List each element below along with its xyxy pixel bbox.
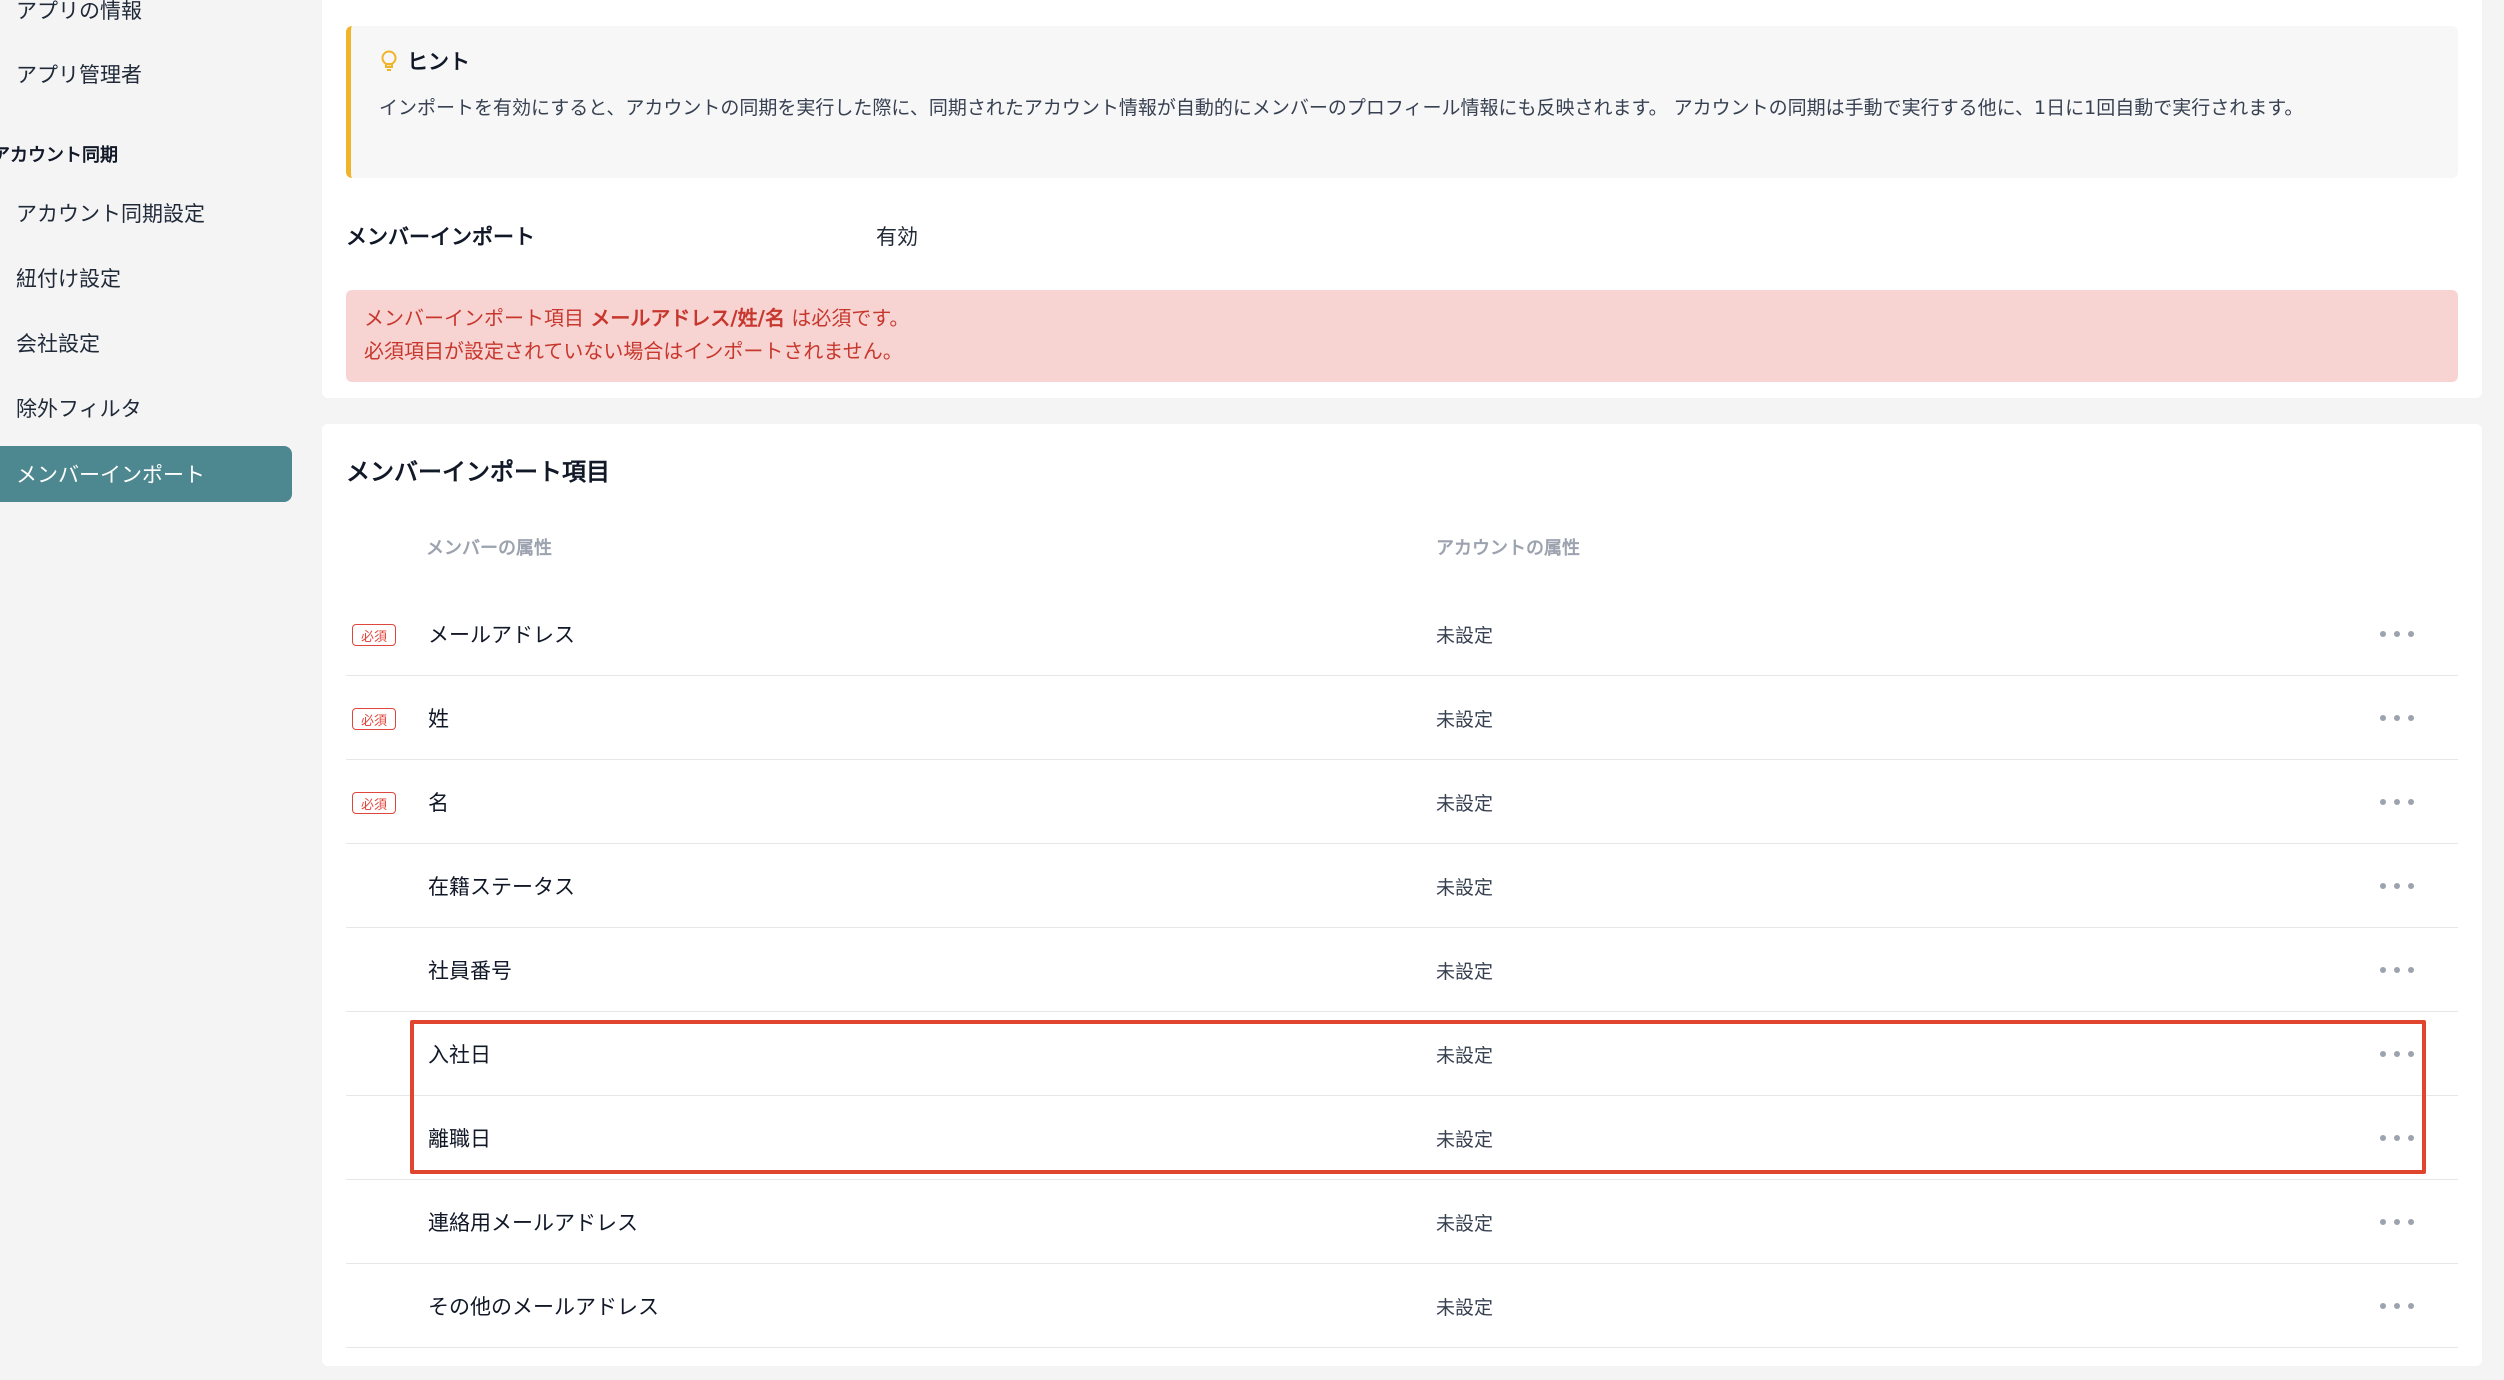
account-attribute: 未設定 — [1436, 1212, 1494, 1235]
required-badge: 必須 — [352, 708, 396, 730]
sidebar-item-account-sync-settings[interactable]: アカウント同期設定 — [0, 185, 292, 241]
sidebar-item-label: 紐付け設定 — [16, 267, 121, 291]
sidebar-item-label: 除外フィルタ — [16, 397, 142, 421]
more-options-icon[interactable] — [2380, 1042, 2414, 1066]
sidebar: アプリの情報 アプリ管理者 アカウント同期 アカウント同期設定 紐付け設定 会社… — [0, 0, 300, 1380]
account-attribute: 未設定 — [1436, 960, 1494, 983]
table-row: 必須 名 未設定 — [346, 760, 2458, 844]
sidebar-item-app-admins[interactable]: アプリ管理者 — [0, 46, 292, 102]
more-options-icon[interactable] — [2380, 958, 2414, 982]
table-row: その他のメールアドレス 未設定 — [346, 1264, 2458, 1348]
table-row: 必須 姓 未設定 — [346, 676, 2458, 760]
member-attribute: メールアドレス — [428, 623, 575, 647]
sidebar-item-label: メンバーインポート — [16, 463, 205, 487]
table-row: 連絡用メールアドレス 未設定 — [346, 1180, 2458, 1264]
hint-box: ヒント インポートを有効にすると、アカウントの同期を実行した際に、同期されたアカ… — [346, 26, 2458, 178]
sidebar-item-label: アプリの情報 — [16, 0, 142, 23]
account-attribute: 未設定 — [1436, 624, 1494, 647]
alert-line-1: メンバーインポート項目 メールアドレス/姓/名 は必須です。 — [364, 302, 2440, 335]
import-items-card: メンバーインポート項目 メンバーの属性 アカウントの属性 必須 メールアドレス … — [322, 424, 2482, 1366]
sidebar-item-label: アカウント同期設定 — [16, 202, 205, 226]
account-attribute: 未設定 — [1436, 1128, 1494, 1151]
sidebar-item-label: 会社設定 — [16, 332, 100, 356]
member-attribute: その他のメールアドレス — [428, 1295, 659, 1319]
alert-suffix: は必須です。 — [784, 306, 910, 330]
more-options-icon[interactable] — [2380, 790, 2414, 814]
sidebar-item-label: アプリ管理者 — [16, 63, 142, 87]
required-fields-alert: メンバーインポート項目 メールアドレス/姓/名 は必須です。 必須項目が設定され… — [346, 290, 2458, 382]
required-badge: 必須 — [352, 624, 396, 646]
member-attribute: 離職日 — [428, 1127, 491, 1151]
alert-line-2: 必須項目が設定されていない場合はインポートされません。 — [364, 339, 903, 363]
member-import-label: メンバーインポート — [346, 225, 535, 249]
table-row: 必須 メールアドレス 未設定 — [346, 592, 2458, 676]
table-row: 在籍ステータス 未設定 — [346, 844, 2458, 928]
table-row: 離職日 未設定 — [346, 1096, 2458, 1180]
sidebar-item-member-import[interactable]: メンバーインポート — [0, 446, 292, 502]
sidebar-section-account-sync: アカウント同期 — [0, 134, 118, 174]
member-attribute: 在籍ステータス — [428, 875, 575, 899]
sidebar-item-company-settings[interactable]: 会社設定 — [0, 315, 292, 371]
more-options-icon[interactable] — [2380, 1294, 2414, 1318]
more-options-icon[interactable] — [2380, 706, 2414, 730]
required-badge: 必須 — [352, 792, 396, 814]
column-header-account: アカウントの属性 — [1436, 538, 1580, 559]
account-attribute: 未設定 — [1436, 792, 1494, 815]
hint-text: インポートを有効にすると、アカウントの同期を実行した際に、同期されたアカウント情… — [379, 97, 2304, 119]
more-options-icon[interactable] — [2380, 1210, 2414, 1234]
account-attribute: 未設定 — [1436, 1296, 1494, 1319]
section-title: メンバーインポート項目 — [346, 458, 610, 486]
table-row: 社員番号 未設定 — [346, 928, 2458, 1012]
account-attribute: 未設定 — [1436, 1044, 1494, 1067]
more-options-icon[interactable] — [2380, 1126, 2414, 1150]
more-options-icon[interactable] — [2380, 874, 2414, 898]
import-settings-card: ヒント インポートを有効にすると、アカウントの同期を実行した際に、同期されたアカ… — [322, 0, 2482, 398]
hint-header: ヒント — [379, 46, 2430, 76]
alert-required-fields: メールアドレス/姓/名 — [590, 306, 785, 330]
member-import-status: 有効 — [876, 225, 918, 249]
account-attribute: 未設定 — [1436, 876, 1494, 899]
member-attribute: 連絡用メールアドレス — [428, 1211, 638, 1235]
sidebar-item-link-settings[interactable]: 紐付け設定 — [0, 250, 292, 306]
member-attribute: 入社日 — [428, 1043, 491, 1067]
column-header-member: メンバーの属性 — [426, 538, 552, 559]
lightbulb-icon — [381, 50, 397, 71]
table-row: 入社日 未設定 — [346, 1012, 2458, 1096]
account-attribute: 未設定 — [1436, 708, 1494, 731]
sidebar-item-app-info[interactable]: アプリの情報 — [0, 0, 292, 38]
hint-title: ヒント — [407, 50, 470, 74]
member-attribute: 社員番号 — [428, 959, 512, 983]
more-options-icon[interactable] — [2380, 622, 2414, 646]
member-attribute: 名 — [428, 791, 449, 815]
member-import-setting: メンバーインポート 有効 — [346, 216, 918, 256]
member-attribute: 姓 — [428, 707, 449, 731]
sidebar-section-label: アカウント同期 — [0, 145, 118, 166]
sidebar-item-exclusion-filter[interactable]: 除外フィルタ — [0, 380, 292, 436]
alert-prefix: メンバーインポート項目 — [364, 306, 591, 330]
